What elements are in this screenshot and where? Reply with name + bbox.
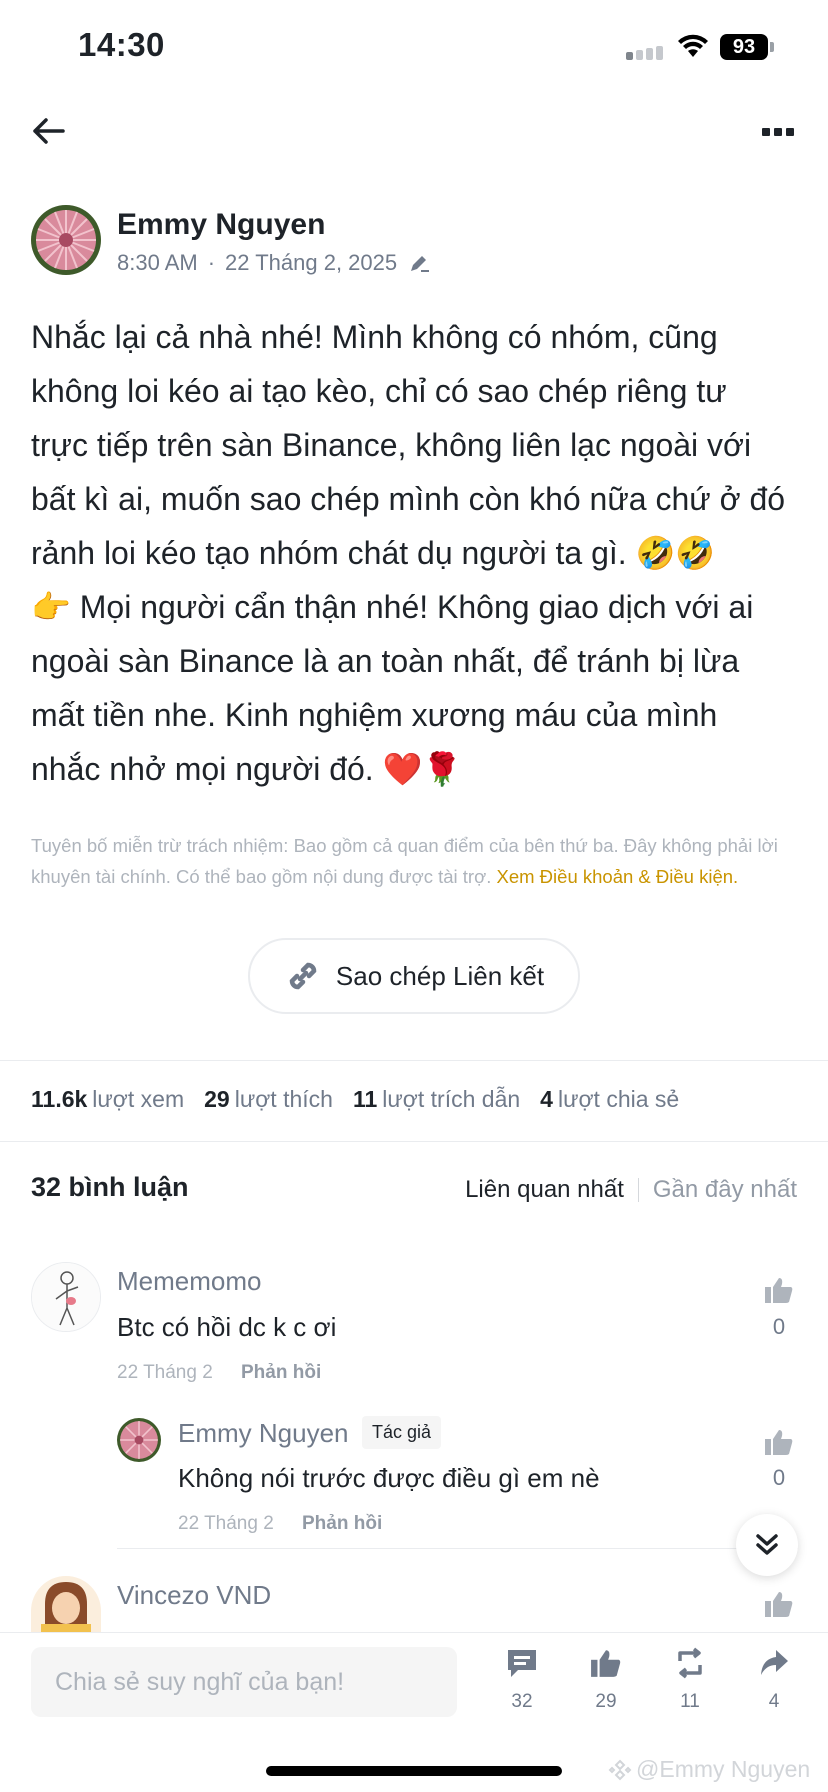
repost-icon (678, 1647, 702, 1679)
comment-date: 22 Tháng 2 (117, 1362, 213, 1383)
sort-relevant-tab[interactable]: Liên quan nhất (465, 1176, 624, 1204)
share-thoughts-input[interactable] (31, 1647, 457, 1717)
post-line: rảnh loi kéo tạo nhóm chát dụ người ta g… (31, 535, 716, 571)
divider (0, 1060, 828, 1061)
post-line: ngoài sàn Binance là an toàn nhất, để tr… (31, 643, 740, 679)
status-bar: 14:30 93 (0, 0, 828, 96)
watermark-text: @Emmy Nguyen (636, 1756, 811, 1782)
link-icon (289, 962, 317, 990)
sort-recent-tab[interactable]: Gần đây nhất (653, 1176, 797, 1204)
author-name[interactable]: Emmy Nguyen (117, 208, 325, 242)
post-line: 👉 Mọi người cẩn thận nhé! Không giao dịc… (31, 589, 754, 625)
like-action[interactable]: 29 (576, 1647, 636, 1727)
share-action[interactable]: 4 (744, 1647, 804, 1727)
post-line: không loi kéo ai tạo kèo, chỉ có sao ché… (31, 373, 727, 409)
post-line: Nhắc lại cả nhà nhé! Mình không có nhóm,… (31, 319, 718, 355)
copy-link-label: Sao chép Liên kết (335, 960, 545, 991)
battery-level: 93 (720, 34, 768, 60)
home-indicator (266, 1766, 562, 1776)
disclaimer: Tuyên bố miễn trừ trách nhiệm: Bao gồm c… (31, 830, 801, 892)
comment-icon (508, 1650, 536, 1677)
repost-action[interactable]: 11 (660, 1647, 720, 1727)
double-chevron-down-icon (756, 1534, 778, 1555)
post-body: Nhắc lại cả nhà nhé! Mình không có nhóm,… (31, 310, 799, 796)
scroll-to-bottom-button[interactable] (736, 1514, 798, 1576)
watermark: @Emmy Nguyen (608, 1756, 810, 1783)
post-line: mất tiền nhe. Kinh nghiệm xương máu của … (31, 697, 718, 733)
terms-link[interactable]: Xem Điều khoản & Điều kiện. (497, 866, 739, 887)
shares-stat[interactable]: 4 lượt chia sẻ (540, 1086, 679, 1113)
commenter-name[interactable]: Mememomo (117, 1266, 261, 1297)
binance-logo-icon (608, 1759, 632, 1780)
divider (117, 1548, 798, 1549)
reply-button[interactable]: Phản hồi (302, 1513, 382, 1535)
more-options-icon[interactable] (762, 128, 794, 138)
likes-stat[interactable]: 29 lượt thích (204, 1086, 333, 1113)
edited-icon (411, 256, 430, 272)
like-icon[interactable] (764, 1590, 794, 1618)
thumbs-up-icon (591, 1650, 621, 1677)
share-count: 4 (768, 1691, 780, 1712)
author-badge: Tác giả (362, 1416, 442, 1449)
comment-action[interactable]: 32 (492, 1647, 552, 1727)
like-count: 0 (772, 1314, 786, 1339)
wifi-icon (678, 34, 708, 57)
comment-text: Không nói trước được điều gì em nè (178, 1463, 600, 1493)
comments-count-title: 32 bình luận (31, 1172, 189, 1202)
like-count: 29 (595, 1691, 617, 1712)
like-icon[interactable] (764, 1276, 794, 1304)
commenter-name[interactable]: Vincezo VND (117, 1580, 271, 1611)
comment-count: 32 (511, 1691, 533, 1712)
post-stats: 11.6k lượt xem 29 lượt thích 11 lượt trích … (31, 1086, 679, 1113)
comment-sort: Liên quan nhất Gần đây nhất (465, 1176, 797, 1204)
like-count: 0 (772, 1465, 786, 1490)
commenter-avatar[interactable] (117, 1418, 161, 1462)
commenter-avatar[interactable] (31, 1262, 101, 1332)
post-date: 22 Tháng 2, 2025 (225, 250, 398, 275)
commenter-avatar[interactable] (31, 1576, 101, 1632)
comment-date: 22 Tháng 2 (178, 1513, 274, 1534)
meta-separator: · (207, 250, 216, 275)
comment-text: Btc có hồi dc k c ơi (117, 1312, 337, 1342)
repost-count: 11 (680, 1691, 700, 1712)
commenter-name[interactable]: Emmy Nguyen (178, 1418, 349, 1449)
reply-button[interactable]: Phản hồi (241, 1362, 321, 1384)
share-arrow-icon (761, 1650, 788, 1675)
post-meta: 8:30 AM · 22 Tháng 2, 2025 (117, 250, 431, 276)
views-stat: 11.6k lượt xem (31, 1086, 185, 1112)
post-line: bất kì ai, muốn sao chép mình còn khó nữ… (31, 481, 786, 517)
post-time: 8:30 AM (117, 250, 198, 275)
like-icon[interactable] (764, 1428, 794, 1456)
cellular-signal-icon (626, 46, 666, 60)
author-avatar[interactable] (31, 205, 101, 275)
quotes-stat[interactable]: 11 lượt trích dẫn (353, 1086, 520, 1113)
copy-link-button[interactable]: Sao chép Liên kết (248, 938, 580, 1014)
battery-icon: 93 (720, 34, 774, 60)
divider (0, 1141, 828, 1142)
status-time: 14:30 (78, 26, 165, 63)
post-line: trực tiếp trên sàn Binance, không liên l… (31, 427, 752, 463)
back-arrow-icon[interactable] (30, 116, 66, 146)
post-line: nhắc nhở mọi người đó. ❤️🌹 (31, 751, 463, 787)
